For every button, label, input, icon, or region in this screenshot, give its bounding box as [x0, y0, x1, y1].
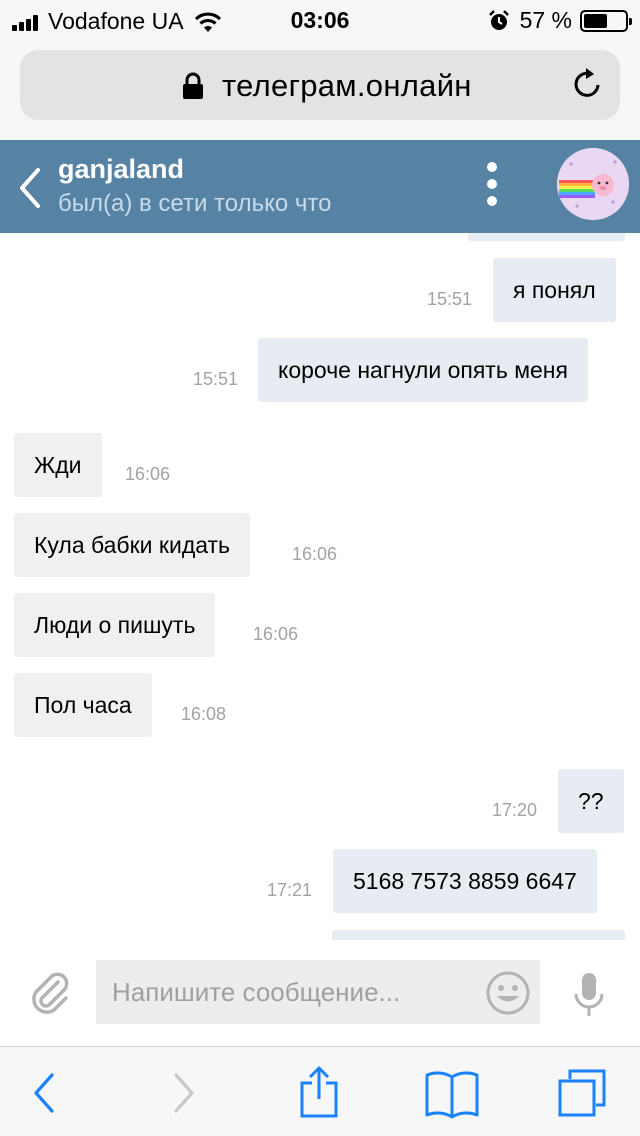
message-text: Пол часа [34, 692, 132, 718]
message-bubble[interactable]: ?? [558, 769, 624, 833]
message-bubble-partial [468, 233, 625, 241]
battery-level [584, 13, 607, 28]
status-bar: Vodafone UA 03:06 57 % [0, 0, 640, 40]
bookmarks-icon[interactable] [424, 1069, 480, 1119]
url-text: телеграм.онлайн [222, 68, 472, 103]
message-text: короче нагнули опять меня [278, 357, 568, 383]
message-time: 16:06 [253, 624, 299, 644]
message-text: Люди о пишуть [34, 612, 196, 638]
message-time: 15:51 [427, 289, 473, 309]
message-bubble[interactable]: Кула бабки кидать [14, 513, 251, 577]
lock-icon [183, 72, 203, 99]
message-text: 5168 7573 8859 6647 [353, 868, 577, 894]
tabs-icon[interactable] [556, 1067, 608, 1119]
message-text: ?? [578, 788, 604, 814]
message-input[interactable] [96, 960, 540, 1024]
message-time: 17:20 [492, 800, 538, 820]
chat-header: ganjaland был(а) в сети только что [0, 140, 640, 233]
battery-tip [629, 17, 632, 25]
message-bubble[interactable]: короче нагнули опять меня [258, 338, 588, 402]
message-time: 16:06 [292, 544, 338, 564]
chat-title[interactable]: ganjaland [58, 154, 184, 185]
back-icon[interactable] [30, 1071, 58, 1115]
message-bubble-partial [332, 930, 625, 940]
browser-url-area: телеграм.онлайн [0, 40, 640, 140]
message-composer [0, 940, 640, 1045]
smile-icon[interactable] [486, 971, 530, 1015]
battery-icon [580, 9, 632, 32]
message-time: 16:06 [125, 464, 171, 484]
message-text: я понял [513, 277, 596, 303]
reload-icon[interactable] [570, 67, 604, 101]
message-bubble[interactable]: 5168 7573 8859 6647 [333, 849, 597, 913]
chat-status: был(а) в сети только что [58, 190, 332, 217]
back-chevron-icon[interactable] [16, 166, 44, 210]
battery-percent: 57 % [519, 7, 572, 33]
more-vertical-icon[interactable] [480, 162, 504, 212]
alarm-icon [488, 9, 509, 30]
message-bubble[interactable]: я понял [493, 258, 616, 322]
message-bubble[interactable]: Жди [14, 433, 102, 497]
paperclip-icon[interactable] [28, 968, 72, 1016]
message-time: 16:08 [181, 704, 227, 724]
message-text: Кула бабки кидать [34, 532, 231, 558]
forward-icon[interactable] [170, 1071, 198, 1115]
status-right: 57 % [488, 7, 632, 34]
browser-toolbar [0, 1046, 640, 1136]
message-bubble[interactable]: Пол часа [14, 673, 152, 737]
message-list[interactable]: я понял 15:51 короче нагнули опять меня … [0, 233, 640, 940]
avatar[interactable] [557, 148, 629, 220]
message-bubble[interactable]: Люди о пишуть [14, 593, 216, 657]
share-icon[interactable] [298, 1065, 340, 1119]
message-time: 15:51 [193, 369, 239, 389]
message-text: Жди [34, 452, 82, 478]
message-time: 17:21 [267, 880, 313, 900]
address-bar[interactable]: телеграм.онлайн [20, 50, 620, 120]
avatar-image [557, 148, 629, 220]
microphone-icon[interactable] [572, 972, 606, 1018]
